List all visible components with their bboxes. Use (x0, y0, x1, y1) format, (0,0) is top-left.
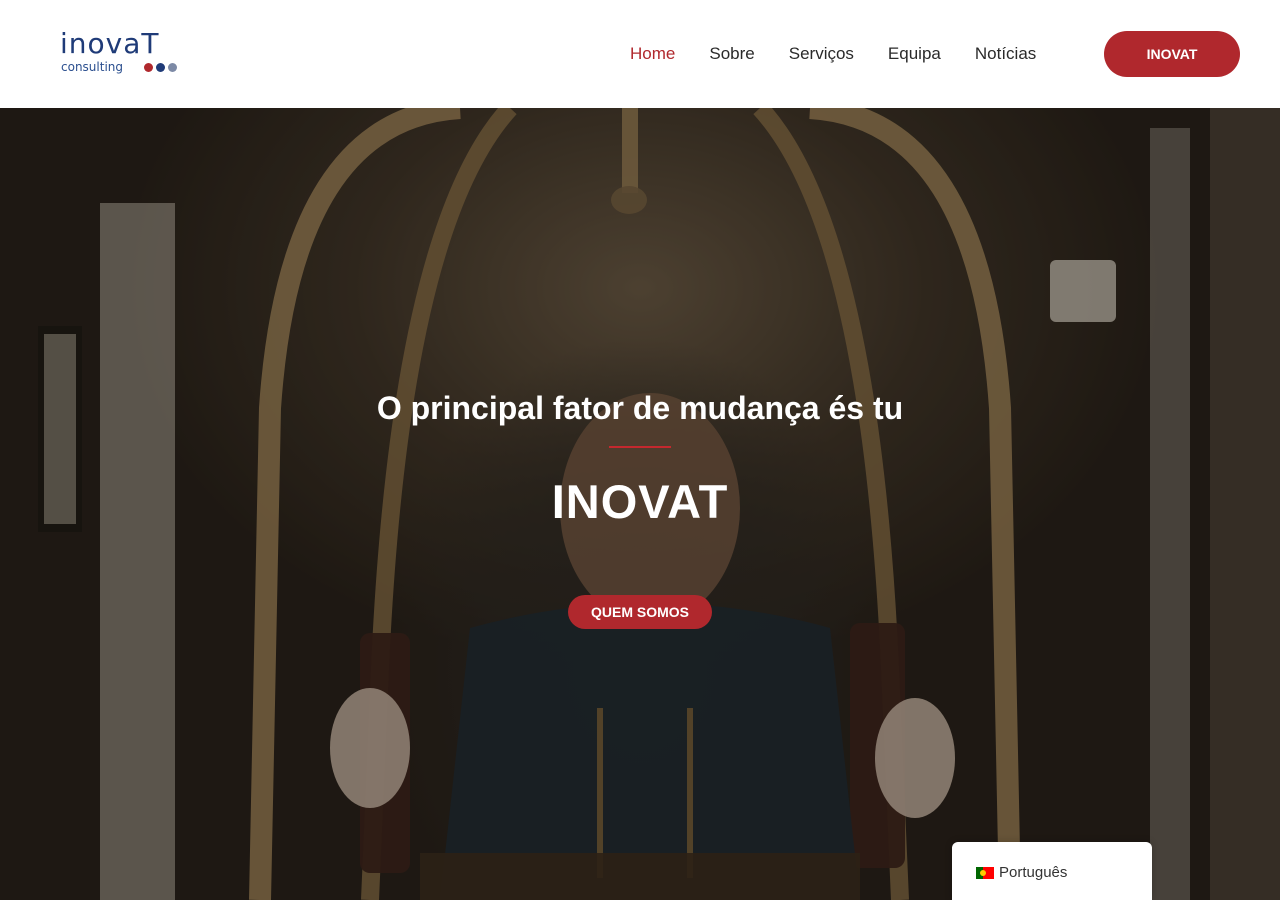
hero-section: O principal fator de mudança és tu INOVA… (0, 108, 1280, 900)
logo-subtitle: consulting (61, 60, 123, 74)
portugal-flag-icon (976, 867, 994, 879)
site-header: inovaT consulting Home Sobre Serviços Eq… (0, 0, 1280, 108)
hero-title: INOVAT (551, 475, 729, 528)
nav-item-servicos[interactable]: Serviços (789, 43, 854, 65)
language-switcher[interactable]: Português (952, 842, 1152, 900)
logo-dots (144, 63, 177, 72)
nav-item-equipa[interactable]: Equipa (888, 43, 941, 65)
logo-wordmark: inovaT (60, 27, 160, 60)
quem-somos-button[interactable]: QUEM SOMOS (568, 595, 712, 629)
hero-subtitle: O principal fator de mudança és tu (376, 390, 904, 426)
logo-dot-red (144, 63, 153, 72)
language-label: Português (999, 864, 1068, 881)
logo-dot-blue (156, 63, 165, 72)
main-nav: Home Sobre Serviços Equipa Notícias (630, 43, 1070, 65)
logo[interactable]: inovaT consulting (60, 28, 190, 80)
nav-item-sobre[interactable]: Sobre (709, 43, 754, 65)
nav-item-home[interactable]: Home (630, 43, 675, 65)
logo-dot-grey (168, 63, 177, 72)
hero-divider (609, 446, 671, 448)
header-cta-button[interactable]: INOVAT (1104, 31, 1240, 77)
nav-item-noticias[interactable]: Notícias (975, 43, 1036, 65)
